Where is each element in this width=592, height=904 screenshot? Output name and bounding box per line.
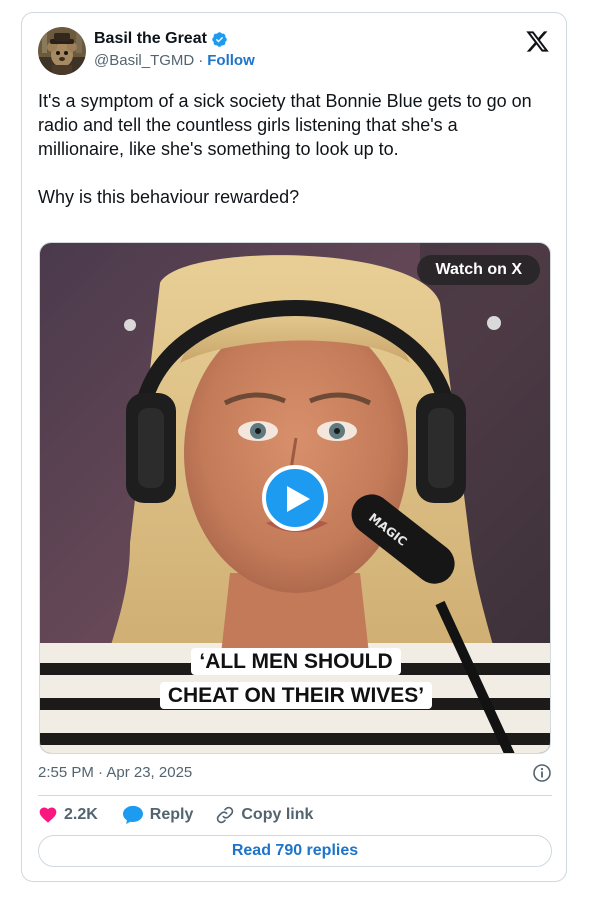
reply-button[interactable]: Reply bbox=[122, 805, 194, 825]
handle-separator: · bbox=[198, 52, 204, 69]
copy-link-button[interactable]: Copy link bbox=[215, 805, 313, 825]
author-display-name[interactable]: Basil the Great bbox=[94, 29, 207, 49]
author-handle[interactable]: @Basil_TGMD bbox=[94, 51, 194, 71]
divider bbox=[38, 795, 552, 796]
watch-on-x-button[interactable]: Watch on X bbox=[417, 255, 540, 285]
x-logo-icon[interactable] bbox=[525, 29, 550, 54]
author-handle-row: @Basil_TGMD · Follow bbox=[94, 51, 255, 71]
avatar[interactable] bbox=[38, 27, 86, 75]
tweet-embed-card: Basil the Great @Basil_TGMD · Follow It'… bbox=[21, 12, 567, 882]
video-caption-line-1: ‘ALL MEN SHOULD bbox=[136, 645, 456, 679]
follow-button[interactable]: Follow bbox=[207, 51, 255, 71]
heart-icon bbox=[39, 807, 57, 823]
author-name-row: Basil the Great bbox=[94, 29, 228, 49]
link-icon bbox=[217, 806, 234, 824]
play-button[interactable] bbox=[262, 465, 328, 531]
read-replies-button[interactable]: Read 790 replies bbox=[38, 835, 552, 867]
like-button[interactable]: 2.2K bbox=[38, 805, 98, 825]
timestamp-row: 2:55 PM · Apr 23, 2025 bbox=[38, 763, 552, 783]
avatar-image bbox=[38, 27, 86, 75]
caption-text-1: ‘ALL MEN SHOULD bbox=[191, 648, 401, 675]
verified-badge-icon bbox=[211, 31, 228, 48]
video-caption-line-2: CHEAT ON THEIR WIVES’ bbox=[136, 679, 456, 713]
play-icon bbox=[287, 486, 310, 512]
reply-bubble-icon bbox=[122, 805, 143, 825]
caption-text-2: CHEAT ON THEIR WIVES’ bbox=[159, 682, 433, 709]
tweet-text: It's a symptom of a sick society that Bo… bbox=[38, 91, 532, 207]
copy-link-label: Copy link bbox=[241, 806, 314, 823]
like-count: 2.2K bbox=[64, 806, 98, 823]
tweet-timestamp[interactable]: 2:55 PM · Apr 23, 2025 bbox=[38, 764, 192, 781]
tweet-actions: 2.2K Reply Copy link bbox=[38, 803, 335, 827]
info-icon[interactable] bbox=[532, 763, 552, 783]
reply-label: Reply bbox=[149, 806, 194, 823]
video-media[interactable]: MAGIC Watch on X ‘ALL MEN SHOULD CHEAT O… bbox=[39, 242, 551, 754]
tweet-header: Basil the Great @Basil_TGMD · Follow bbox=[38, 25, 550, 75]
